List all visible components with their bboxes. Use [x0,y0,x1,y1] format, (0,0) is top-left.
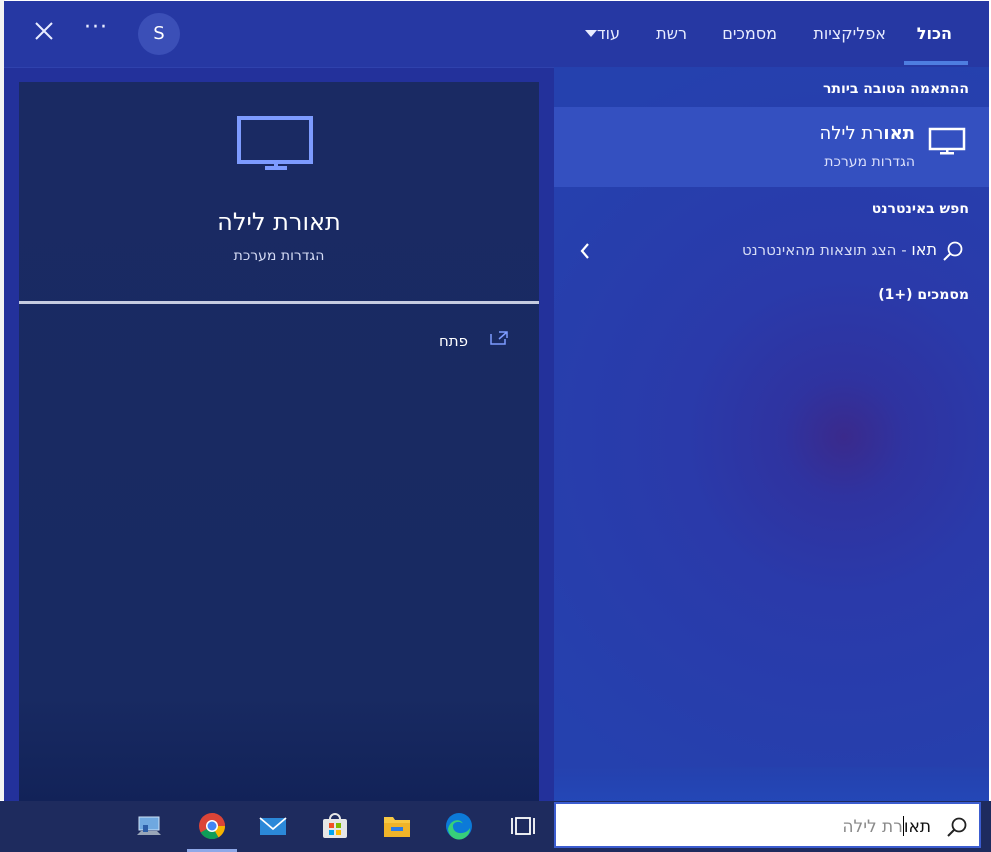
preview-title: תאורת לילה [217,208,341,236]
monitor-icon [237,116,313,170]
store-icon[interactable] [320,811,350,841]
search-panel: הכול אפליקציות מסמכים רשת עוד S ··· תאור… [4,1,989,801]
file-explorer-icon[interactable] [382,811,412,841]
tab-documents[interactable]: מסמכים [722,23,777,45]
open-external-icon [490,331,508,345]
search-typed-text: תאו [903,817,931,837]
search-tabs-bar: הכול אפליקציות מסמכים רשת עוד S ··· [4,1,989,68]
web-search-heading: חפש באינטרנט [871,201,969,217]
more-options-icon[interactable]: ··· [84,15,108,40]
search-input[interactable]: תאורת לילה [842,816,931,837]
results-pane: ההתאמה הטובה ביותר תאורת לילה הגדרות מער… [554,67,989,801]
best-match-subtitle: הגדרות מערכת [824,154,915,170]
documents-heading[interactable]: מסמכים (+1) [878,287,969,303]
web-suffix: - הצג תוצאות מהאינטרנט [741,241,912,259]
open-label: פתח [439,332,469,350]
chevron-left-icon[interactable] [578,242,592,260]
search-icon [943,241,963,261]
search-completion-hint: רת לילה [842,817,903,837]
best-match-result[interactable]: תאורת לילה הגדרות מערכת [554,107,989,187]
network-computer-icon[interactable] [135,811,165,841]
tab-more-label: עוד [596,24,620,43]
preview-subtitle: הגדרות מערכת [233,248,325,264]
results-bottom-shade [554,767,989,801]
edge-icon[interactable] [444,811,474,841]
mail-icon[interactable] [258,811,288,841]
monitor-icon [928,127,966,155]
chrome-icon[interactable] [197,811,227,841]
best-match-title-bold: תאו [883,123,915,144]
best-match-title: תאורת לילה [819,123,915,144]
search-box[interactable]: תאורת לילה [554,802,981,848]
avatar[interactable]: S [138,13,180,55]
web-query: תאו [911,240,937,259]
chevron-down-icon [584,30,597,37]
close-icon[interactable] [34,21,54,41]
tab-web[interactable]: רשת [656,23,687,45]
web-search-result[interactable]: תאו - הצג תוצאות מהאינטרנט [554,232,989,270]
best-match-title-rest: רת לילה [819,123,884,144]
tab-all[interactable]: הכול [917,23,952,45]
preview-pane: תאורת לילה הגדרות מערכת פתח [19,82,539,801]
tab-more[interactable]: עוד [577,23,620,45]
active-tab-indicator [904,61,968,65]
best-match-heading: ההתאמה הטובה ביותר [822,81,969,97]
task-view-icon[interactable] [508,811,538,841]
tab-apps[interactable]: אפליקציות [813,23,886,45]
preview-divider [19,301,539,304]
web-search-text: תאו - הצג תוצאות מהאינטרנט [742,240,937,259]
search-icon [947,817,967,837]
